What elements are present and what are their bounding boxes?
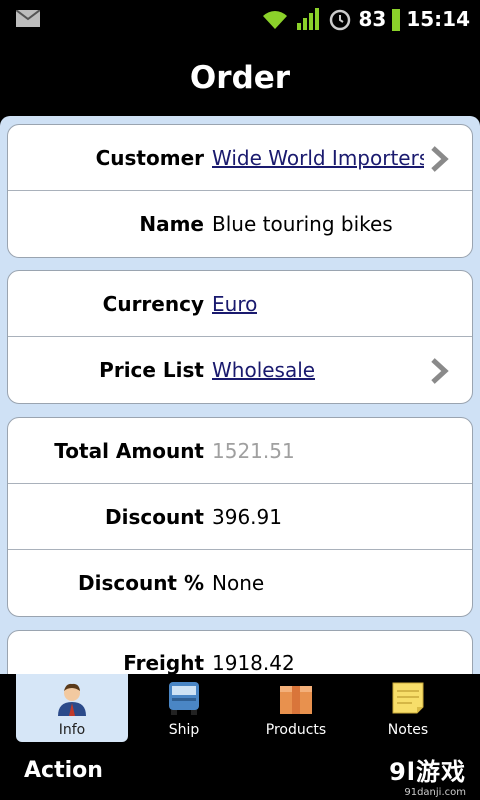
action-bar: Action 9l游戏 91danji.com: [0, 744, 480, 800]
alarm-icon: [330, 9, 351, 31]
order-form[interactable]: Customer Wide World Importers Name Blue …: [0, 116, 480, 676]
bottom-tab-bar: Info Ship Products Notes: [0, 674, 480, 744]
truck-icon: [169, 682, 199, 715]
tab-products-label: Products: [265, 722, 327, 738]
tab-notes[interactable]: Notes: [352, 674, 464, 742]
action-button[interactable]: Action: [24, 758, 103, 783]
page-title: Order: [189, 60, 291, 96]
discount-label: Discount: [105, 504, 204, 529]
discount-percent-label: Discount %: [78, 571, 204, 595]
discount-percent-value[interactable]: None: [212, 571, 264, 595]
group-currency: Currency Euro Price List Wholesale: [7, 270, 473, 404]
box-icon: [280, 686, 312, 714]
battery-percent: 83: [358, 7, 387, 31]
tab-notes-label: Notes: [387, 722, 429, 738]
total-amount-value: 1521.51: [212, 438, 295, 463]
name-label: Name: [139, 212, 204, 236]
row-discount[interactable]: Discount 396.91: [8, 484, 472, 550]
row-discount-percent[interactable]: Discount % None: [8, 550, 472, 616]
row-currency[interactable]: Currency Euro: [8, 271, 472, 337]
customer-label: Customer: [95, 145, 204, 170]
freight-label: Freight: [123, 651, 204, 675]
tab-info-label: Info: [58, 722, 86, 738]
currency-label: Currency: [102, 291, 204, 316]
signal-icon: [297, 8, 320, 30]
chevron-right-icon[interactable]: [428, 357, 450, 385]
tab-products[interactable]: Products: [240, 674, 352, 742]
tab-ship-label: Ship: [168, 722, 200, 738]
price-list-value-link[interactable]: Wholesale: [212, 358, 315, 382]
title-bar: Order: [0, 38, 480, 118]
name-value: Blue touring bikes: [212, 212, 393, 236]
currency-value-link[interactable]: Euro: [212, 292, 257, 316]
discount-value[interactable]: 396.91: [212, 505, 282, 529]
row-freight[interactable]: Freight 1918.42: [8, 631, 472, 676]
user-icon: [58, 683, 86, 716]
customer-value-link[interactable]: Wide World Importers: [212, 146, 424, 170]
row-price-list[interactable]: Price List Wholesale: [8, 337, 472, 403]
mail-icon: [16, 10, 40, 27]
chevron-right-icon[interactable]: [428, 145, 450, 173]
row-customer[interactable]: Customer Wide World Importers: [8, 125, 472, 191]
watermark: 9l游戏 91danji.com: [389, 752, 466, 798]
note-icon: [392, 682, 424, 714]
watermark-url: 91danji.com: [404, 787, 466, 798]
freight-value[interactable]: 1918.42: [212, 651, 295, 675]
status-bar: 83 15:14: [0, 0, 480, 38]
group-freight: Freight 1918.42: [7, 630, 473, 676]
row-name: Name Blue touring bikes: [8, 191, 472, 257]
watermark-logo: 9l游戏: [389, 758, 466, 786]
group-customer: Customer Wide World Importers Name Blue …: [7, 124, 473, 258]
tab-info[interactable]: Info: [16, 674, 128, 742]
group-amounts: Total Amount 1521.51 Discount 396.91 Dis…: [7, 417, 473, 617]
battery-icon: [392, 9, 401, 31]
status-time: 15:14: [406, 7, 470, 31]
wifi-icon: [263, 11, 288, 30]
row-total-amount: Total Amount 1521.51: [8, 418, 472, 484]
tab-ship[interactable]: Ship: [128, 674, 240, 742]
total-amount-label: Total Amount: [54, 438, 204, 463]
price-list-label: Price List: [99, 358, 204, 382]
